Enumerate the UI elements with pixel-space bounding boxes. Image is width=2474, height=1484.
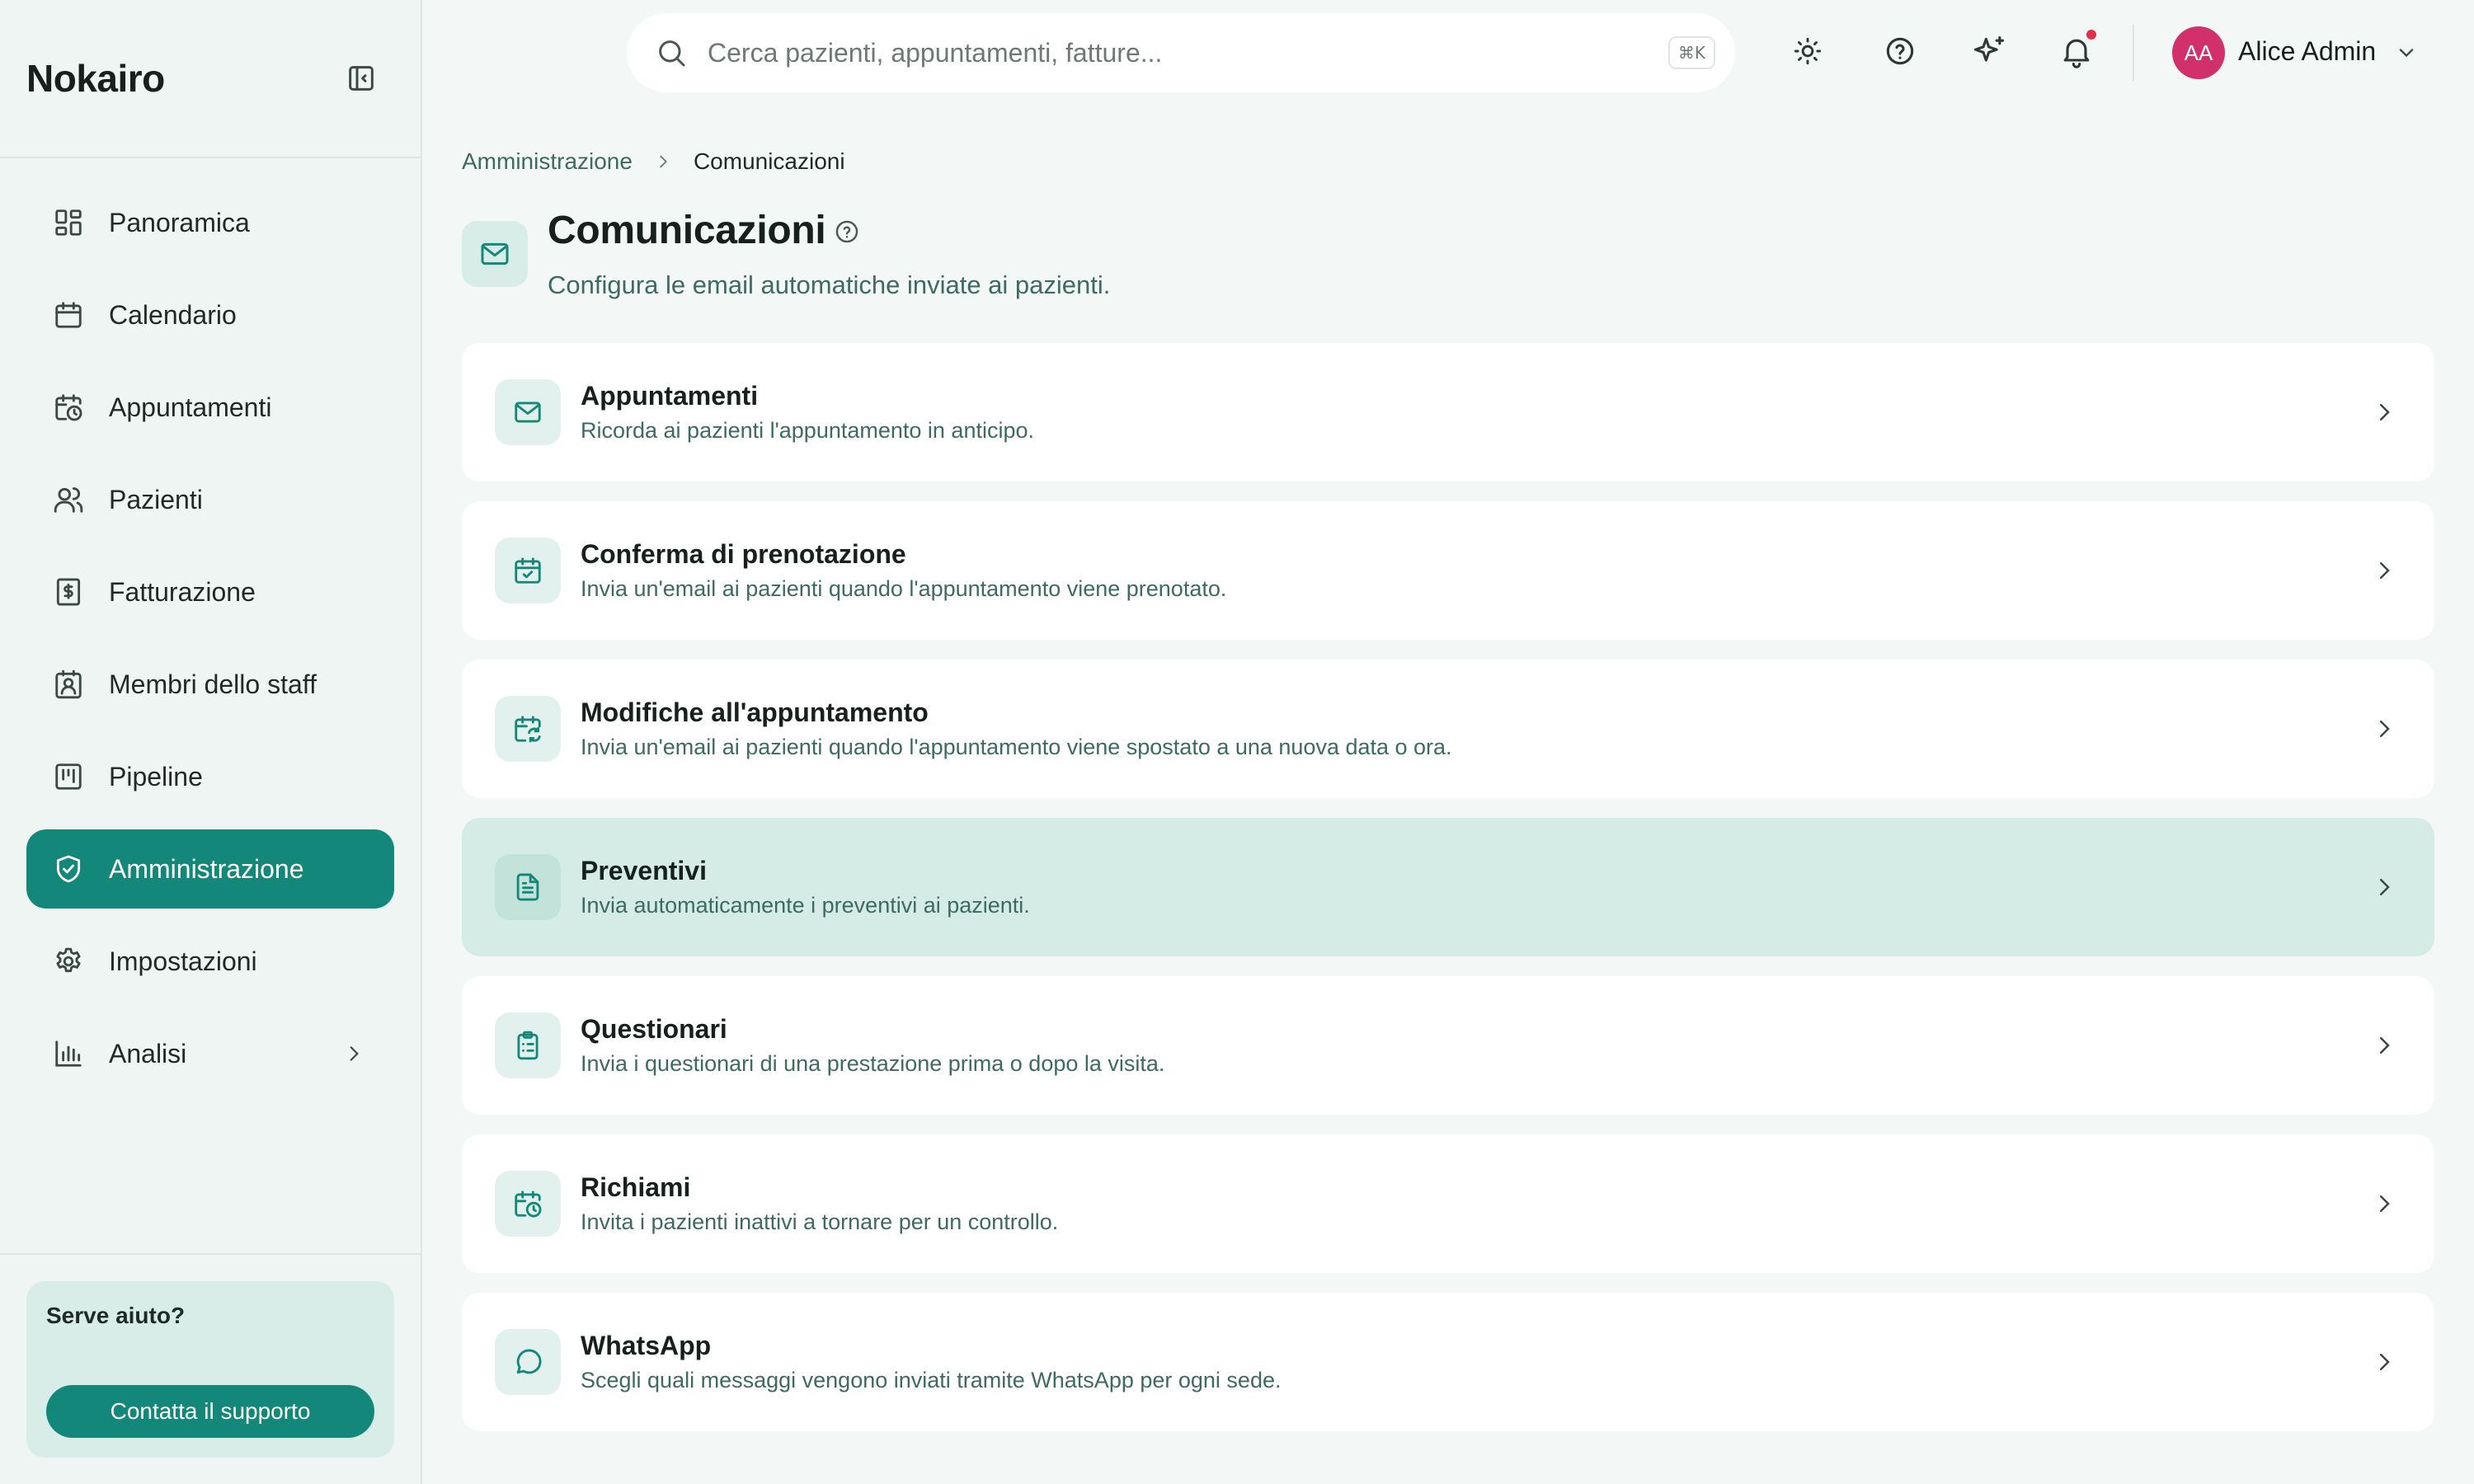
sidebar-item-calendario[interactable]: Calendario [26,275,394,355]
list-item-description: Invia i questionari di una prestazione p… [581,1051,1165,1076]
sidebar-collapse-icon[interactable] [345,62,378,95]
breadcrumb-link-amministrazione[interactable]: Amministrazione [462,148,633,175]
list-item-title: Questionari [581,1014,727,1044]
communications-list: Appuntamenti Ricorda ai pazienti l'appun… [462,343,2434,1451]
users-icon [54,487,83,513]
sidebar-item-pipeline[interactable]: Pipeline [26,737,394,816]
calendar-clock-icon [55,394,82,421]
sparkles-icon[interactable] [1971,33,2007,69]
mail-icon [515,402,541,423]
receipt-icon [56,578,81,606]
list-item-description: Invia un'email ai pazienti quando l'appu… [581,735,1452,759]
search-shortcut-badge: ⌘K [1667,36,1715,69]
sidebar-nav: Panoramica Calendario Appuntamenti Pazie… [0,158,421,1093]
chevron-right-icon [2380,1354,2390,1370]
search-bar[interactable]: ⌘K [627,13,1735,92]
page-icon [462,221,528,287]
sidebar-item-appuntamenti[interactable]: Appuntamenti [26,368,394,447]
shield-icon [56,855,81,883]
contact-support-button[interactable]: Contatta il supporto [46,1385,374,1438]
chevron-down-icon[interactable] [2395,41,2418,64]
sidebar-item-panoramica[interactable]: Panoramica [26,183,394,262]
sidebar-item-amministrazione[interactable]: Amministrazione [26,829,394,909]
sidebar-item-label: Analisi [109,1038,187,1068]
clipboard-list-icon [517,1031,539,1060]
sidebar: Nokairo Panoramica Calendario Appuntamen… [0,0,422,1484]
sidebar-header: Nokairo [0,0,421,158]
help-title: Serve aiuto? [46,1303,186,1328]
list-item-questionari[interactable]: Questionari Invia i questionari di una p… [462,976,2434,1115]
list-item-title: Modifiche all'appuntamento [581,697,929,727]
gear-icon [56,947,81,973]
chevron-right-icon[interactable] [343,1043,365,1064]
list-item-title: Richiami [581,1172,691,1202]
calendar-icon [55,302,82,328]
list-item-title: Conferma di prenotazione [581,539,906,569]
sidebar-item-label: Fatturazione [109,576,256,607]
chevron-right-icon [2380,404,2390,420]
breadcrumb-current: Comunicazioni [693,148,845,174]
mail-icon [481,242,509,265]
file-text-icon [516,873,539,901]
calendar-sync-icon [515,716,541,743]
chevron-right-icon [2380,721,2390,737]
breadcrumb: Amministrazione Comunicazioni [462,148,845,175]
kanban-icon [55,763,82,790]
sidebar-item-impostazioni[interactable]: Impostazioni [26,922,394,1001]
list-item-title: Preventivi [581,856,707,885]
help-card: Serve aiuto? Contatta il supporto [26,1281,394,1458]
sun-icon[interactable] [1790,33,1826,69]
avatar[interactable]: AA [2172,26,2225,79]
notification-dot [2085,28,2098,41]
sidebar-item-label: Calendario [109,299,237,330]
chevron-right-icon [2380,879,2390,895]
dashboard-icon [55,209,82,236]
message-circle-icon [516,1349,542,1374]
list-item-modifiche-appuntamento[interactable]: Modifiche all'appuntamento Invia un'emai… [462,660,2434,798]
bar-chart-icon [55,1040,82,1067]
list-item-title: Appuntamenti [581,381,759,411]
brand-logo[interactable]: Nokairo [26,56,165,101]
contact-icon [55,669,82,699]
list-item-title: WhatsApp [581,1331,712,1360]
user-name[interactable]: Alice Admin [2238,36,2376,67]
list-item-whatsapp[interactable]: WhatsApp Scegli quali messaggi vengono i… [462,1293,2434,1431]
sidebar-item-label: Impostazioni [109,946,257,976]
chevron-right-icon [2380,1037,2390,1054]
search-icon [659,40,685,67]
calendar-check-icon [515,557,541,584]
calendar-clock-icon [515,1190,542,1218]
list-item-description: Invita i pazienti inattivi a tornare per… [581,1209,1059,1234]
chevron-right-icon [2380,562,2390,579]
list-item-conferma-prenotazione[interactable]: Conferma di prenotazione Invia un'email … [462,501,2434,640]
sidebar-item-label: Panoramica [109,207,250,237]
sidebar-item-label: Amministrazione [109,853,304,884]
sidebar-item-label: Pipeline [109,761,203,791]
search-input[interactable] [708,37,1668,68]
chevron-right-icon [2380,1195,2390,1212]
sidebar-item-analisi[interactable]: Analisi [26,1014,394,1093]
sidebar-item-fatturazione[interactable]: Fatturazione [26,552,394,632]
sidebar-footer: Serve aiuto? Contatta il supporto [0,1253,421,1484]
help-circle-icon[interactable] [833,218,861,246]
sidebar-item-membri-staff[interactable]: Membri dello staff [26,645,394,724]
list-item-description: Ricorda ai pazienti l'appuntamento in an… [581,418,1034,443]
list-item-appuntamenti[interactable]: Appuntamenti Ricorda ai pazienti l'appun… [462,343,2434,481]
page-subtitle: Configura le email automatiche inviate a… [548,270,1111,299]
list-item-richiami[interactable]: Richiami Invita i pazienti inattivi a to… [462,1134,2434,1273]
sidebar-item-label: Membri dello staff [109,669,317,699]
sidebar-item-label: Appuntamenti [109,392,272,422]
page-title: Comunicazioni [548,209,826,252]
list-item-preventivi[interactable]: Preventivi Invia automaticamente i preve… [462,818,2434,956]
help-circle-icon[interactable] [1882,33,1918,69]
topbar-divider [2133,25,2134,81]
sidebar-item-label: Pazienti [109,484,203,514]
chevron-right-icon [660,155,667,168]
sidebar-item-pazienti[interactable]: Pazienti [26,460,394,539]
list-item-description: Invia automaticamente i preventivi ai pa… [581,893,1030,918]
list-item-description: Scegli quali messaggi vengono inviati tr… [581,1368,1282,1392]
list-item-description: Invia un'email ai pazienti quando l'appu… [581,576,1227,601]
